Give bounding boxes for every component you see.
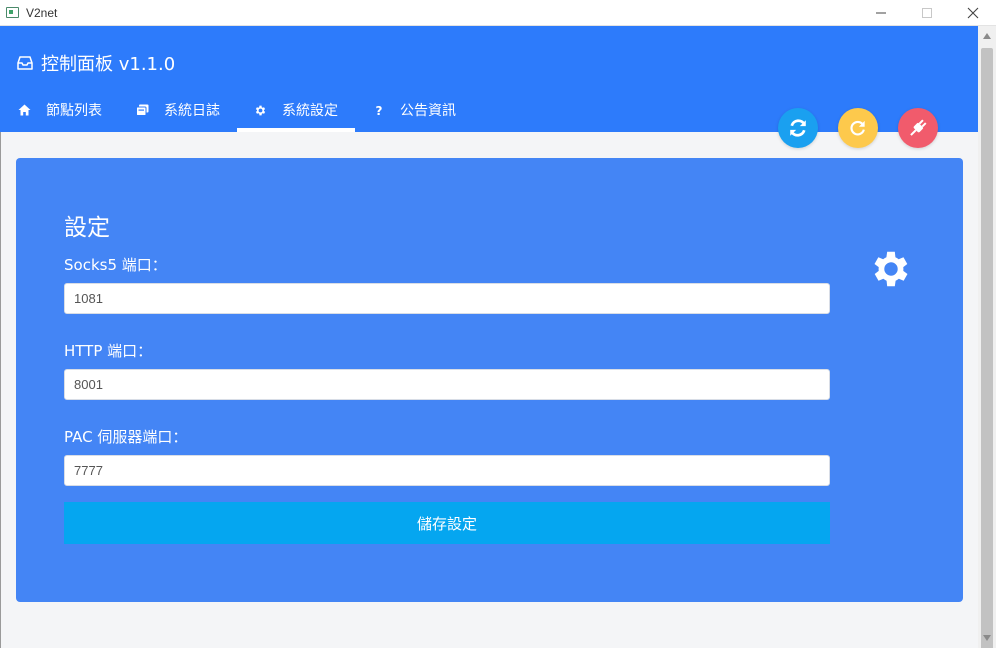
socks5-port-input[interactable] xyxy=(64,283,830,314)
pac-port-label: PAC 伺服器端口： xyxy=(64,428,188,446)
tab-label: 公告資訊 xyxy=(400,103,456,119)
app-icon xyxy=(6,7,19,18)
settings-card: 設定 Socks5 端口： HTTP 端口： PAC 伺服器端口： 儲存設定 xyxy=(16,158,963,602)
question-icon: ? xyxy=(372,104,385,117)
inbox-icon xyxy=(17,56,33,70)
tab-system-settings[interactable]: 系統設定 xyxy=(237,88,355,132)
svg-text:?: ? xyxy=(375,104,382,117)
tab-label: 節點列表 xyxy=(46,103,102,119)
close-button[interactable] xyxy=(950,0,996,26)
scroll-thumb[interactable] xyxy=(981,48,993,648)
chevron-up-icon xyxy=(983,33,991,39)
tab-bar: 節點列表 系統日誌 系統設定 ? 公告資訊 xyxy=(0,88,473,132)
refresh-button[interactable] xyxy=(838,108,878,148)
refresh-icon xyxy=(850,120,865,136)
minimize-button[interactable] xyxy=(858,0,904,26)
scroll-up-button[interactable] xyxy=(978,26,996,46)
tab-node-list[interactable]: 節點列表 xyxy=(0,88,119,132)
app-header: 控制面板 v1.1.0 節點列表 系統日誌 系統設定 ? 公告資訊 xyxy=(0,26,978,132)
scroll-down-button[interactable] xyxy=(978,628,996,648)
http-port-label: HTTP 端口： xyxy=(64,342,153,360)
window-title: V2net xyxy=(26,6,58,20)
page-title: 控制面板 v1.1.0 xyxy=(41,54,176,75)
maximize-icon xyxy=(922,8,932,18)
chevron-down-icon xyxy=(983,635,991,641)
tab-label: 系統設定 xyxy=(282,103,338,119)
save-settings-button[interactable]: 儲存設定 xyxy=(64,502,830,544)
socks5-port-label: Socks5 端口： xyxy=(64,256,167,274)
settings-title: 設定 xyxy=(64,215,110,241)
close-icon xyxy=(967,7,979,19)
sync-icon xyxy=(790,119,806,137)
disconnect-button[interactable] xyxy=(898,108,938,148)
maximize-button[interactable] xyxy=(904,0,950,26)
brand: 控制面板 v1.1.0 xyxy=(17,50,175,76)
http-port-input[interactable] xyxy=(64,369,830,400)
gear-icon xyxy=(874,251,908,287)
tab-announcements[interactable]: ? 公告資訊 xyxy=(355,88,473,132)
gear-icon xyxy=(254,104,267,117)
plug-icon xyxy=(910,119,927,136)
pac-port-input[interactable] xyxy=(64,455,830,486)
sync-button[interactable] xyxy=(778,108,818,148)
home-icon xyxy=(18,104,31,117)
window-titlebar: V2net xyxy=(0,0,996,26)
tab-label: 系統日誌 xyxy=(164,103,220,119)
copy-icon xyxy=(136,104,149,117)
tab-system-log[interactable]: 系統日誌 xyxy=(119,88,237,132)
vertical-scrollbar[interactable] xyxy=(978,26,996,648)
minimize-icon xyxy=(876,12,886,14)
